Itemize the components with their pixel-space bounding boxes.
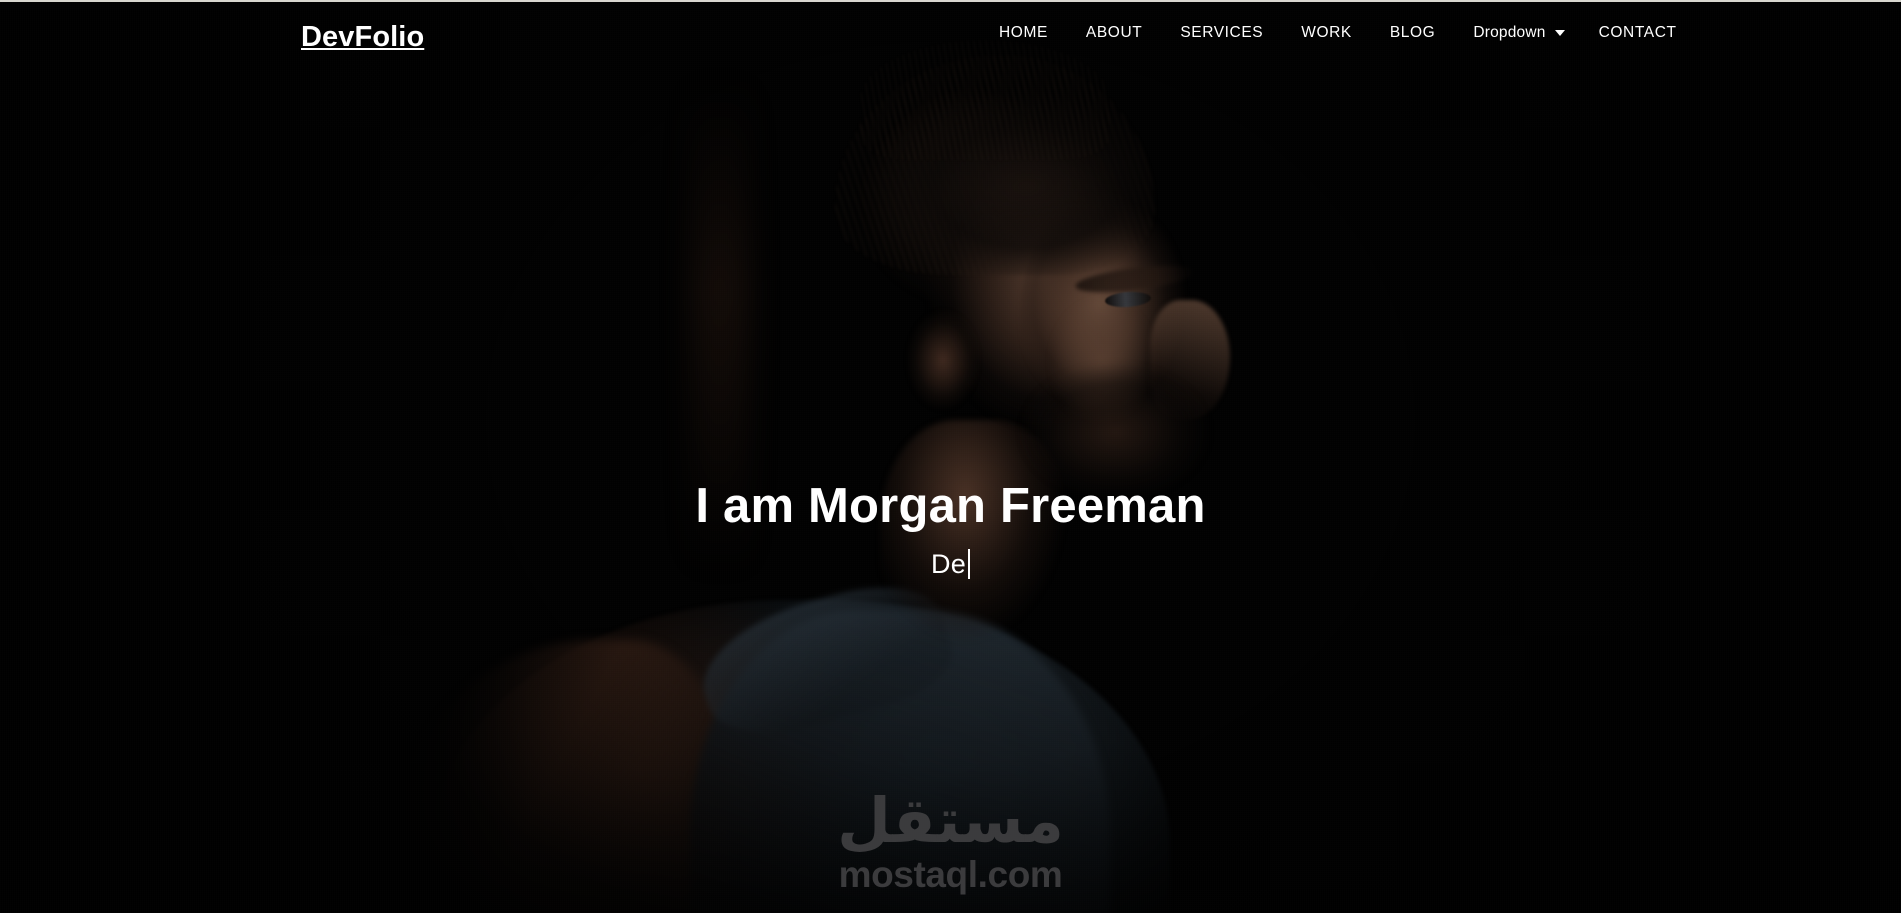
photo-ear: [900, 300, 986, 420]
hero-typed-subtitle: De: [0, 548, 1901, 580]
window-top-edge: [0, 0, 1901, 2]
text-cursor-icon: [967, 549, 970, 580]
brand-logo[interactable]: DevFolio: [301, 20, 424, 55]
main-navbar: DevFolio HOME ABOUT SERVICES WORK BLOG D…: [0, 0, 1901, 78]
sidebar-item-work[interactable]: WORK: [1282, 22, 1371, 44]
page-title: I am Morgan Freeman: [695, 479, 1206, 533]
hero-background-image: [0, 0, 1901, 913]
chevron-down-icon: [1554, 30, 1565, 36]
sidebar-item-services[interactable]: SERVICES: [1161, 22, 1282, 44]
sidebar-item-blog[interactable]: BLOG: [1371, 22, 1454, 44]
sidebar-item-about[interactable]: ABOUT: [1067, 22, 1161, 44]
typed-text: De: [931, 549, 966, 579]
nav-menu: HOME ABOUT SERVICES WORK BLOG Dropdown C…: [980, 22, 1696, 44]
nav-dropdown-toggle[interactable]: Dropdown: [1454, 22, 1579, 44]
photo-shirt-left: [400, 640, 730, 913]
sidebar-item-home[interactable]: HOME: [980, 22, 1067, 44]
nav-dropdown-label: Dropdown: [1473, 24, 1546, 41]
landing-page: DevFolio HOME ABOUT SERVICES WORK BLOG D…: [0, 0, 1901, 913]
sidebar-item-contact[interactable]: CONTACT: [1580, 22, 1696, 44]
